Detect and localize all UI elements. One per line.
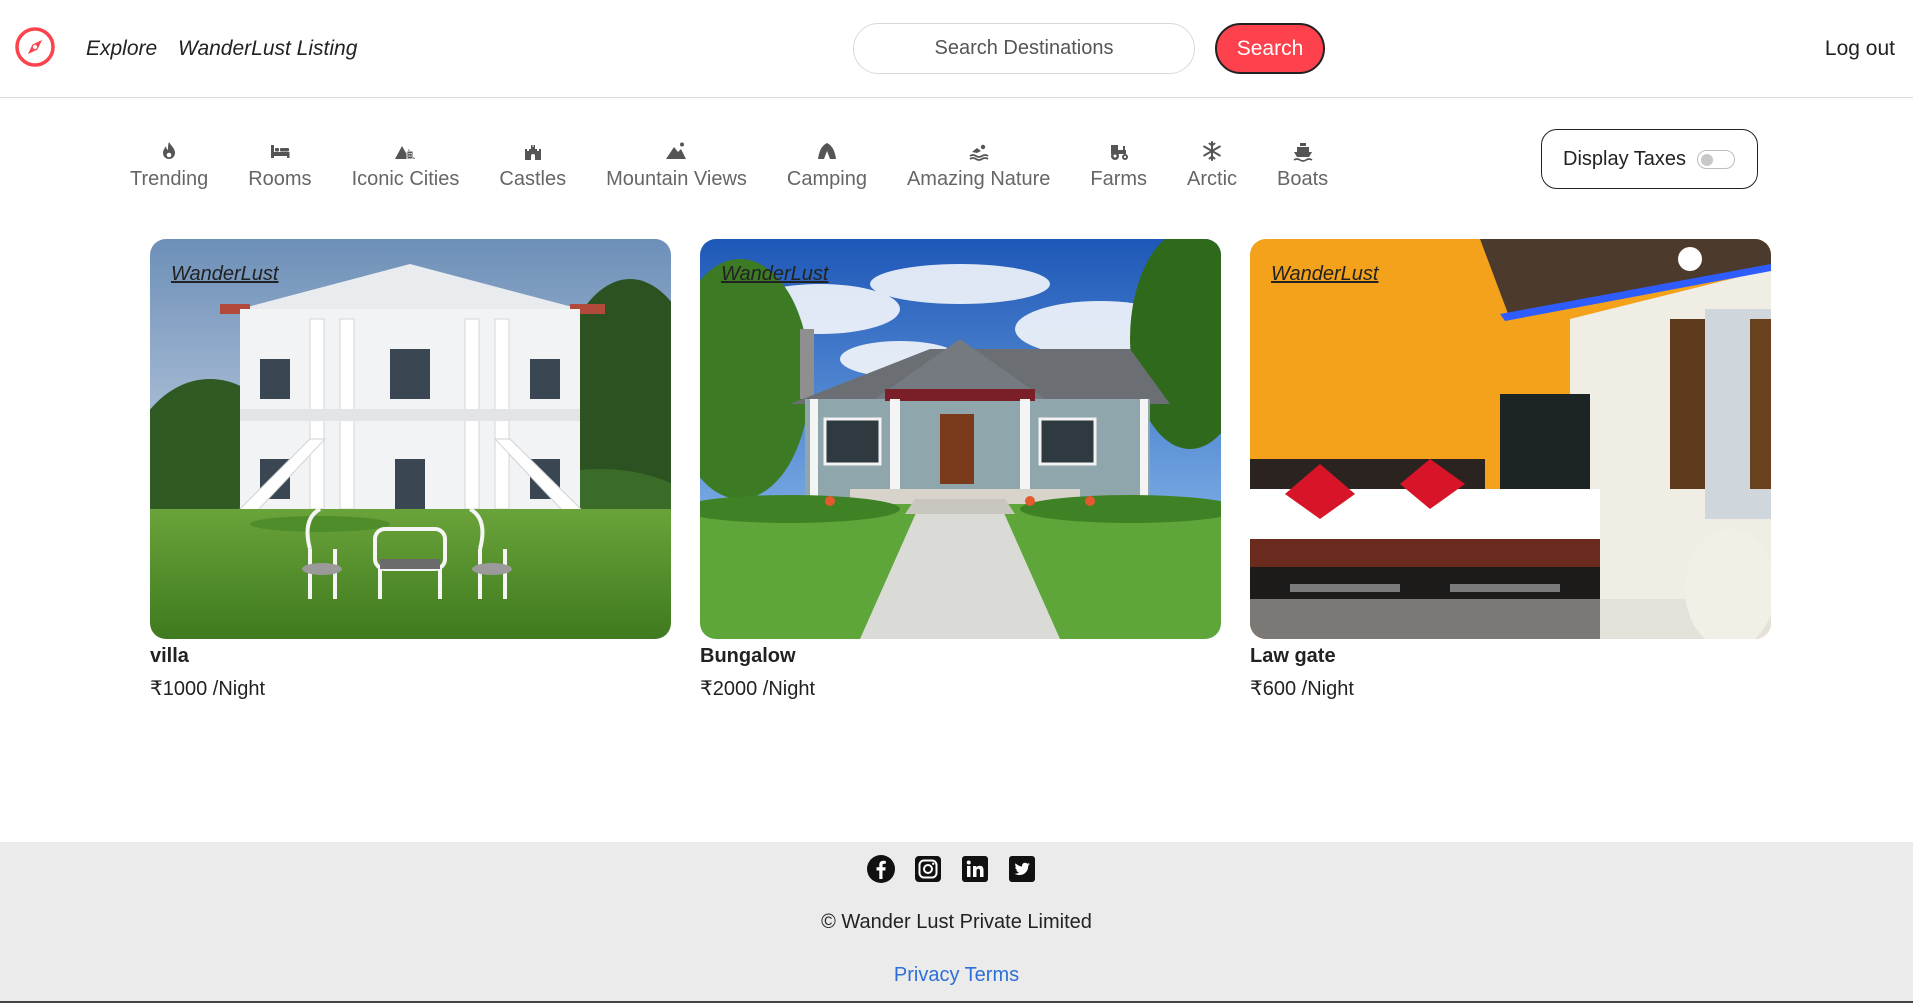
listing-title[interactable]: Bungalow xyxy=(700,645,1221,668)
listing-price: ₹1000 /Night xyxy=(150,678,266,700)
room-photo xyxy=(1250,239,1771,639)
filter-label: Arctic xyxy=(1187,168,1238,190)
listing-card[interactable]: WanderLust villa ₹1000 /Night xyxy=(150,239,671,701)
filter-label: Farms xyxy=(1090,168,1148,190)
brand-label[interactable]: WanderLust xyxy=(171,263,278,286)
filter-iconic-cities[interactable]: Iconic Cities xyxy=(351,140,460,204)
search-button[interactable]: Search xyxy=(1215,23,1325,74)
instagram-icon[interactable] xyxy=(913,854,943,884)
listing-card[interactable]: WanderLust Law gate ₹600 /Night xyxy=(1250,239,1771,701)
listing-title[interactable]: villa xyxy=(150,645,671,668)
display-taxes-label: Display Taxes xyxy=(1563,147,1687,170)
filter-mountain-views[interactable]: Mountain Views xyxy=(606,140,747,204)
filter-farms[interactable]: Farms xyxy=(1090,140,1147,204)
villa-photo xyxy=(150,239,671,639)
filter-label: Amazing Nature xyxy=(906,168,1051,190)
listing-image-bungalow[interactable]: WanderLust xyxy=(700,239,1221,639)
castle-icon xyxy=(524,145,541,160)
filter-label: Camping xyxy=(786,168,867,190)
bed-icon xyxy=(270,145,290,158)
linkedin-icon[interactable] xyxy=(960,854,990,884)
filter-camping[interactable]: Camping xyxy=(787,140,867,204)
navbar: Explore WanderLust Listing Search Log ou… xyxy=(0,0,1913,98)
filter-label: Trending xyxy=(130,168,209,190)
display-taxes-toggle[interactable]: Display Taxes xyxy=(1541,129,1758,189)
filter-label: Rooms xyxy=(248,168,312,190)
mountain-icon xyxy=(666,142,687,159)
nav-listing-link[interactable]: WanderLust Listing xyxy=(178,37,357,61)
filter-rooms[interactable]: Rooms xyxy=(248,140,312,204)
tractor-icon xyxy=(1110,145,1128,160)
city-icon xyxy=(395,146,416,160)
facebook-icon[interactable] xyxy=(866,854,896,884)
privacy-link[interactable]: Privacy xyxy=(894,964,960,986)
filter-label: Boats xyxy=(1277,168,1329,190)
twitter-icon[interactable] xyxy=(1007,854,1037,884)
listing-price: ₹600 /Night xyxy=(1250,678,1354,700)
filter-bar: Trending Rooms Iconic Cities Castles Mou… xyxy=(130,140,1368,204)
filter-castles[interactable]: Castles xyxy=(499,140,566,204)
listing-image-law-gate[interactable]: WanderLust xyxy=(1250,239,1771,639)
listing-card[interactable]: WanderLust Bungalow ₹2000 /Night xyxy=(700,239,1221,701)
switch-knob xyxy=(1701,153,1714,166)
copyright-text: © Wander Lust Private Limited xyxy=(821,911,1092,933)
search-input[interactable] xyxy=(853,23,1195,74)
compass-icon[interactable] xyxy=(14,26,56,68)
listing-price: ₹2000 /Night xyxy=(700,678,816,700)
filter-trending[interactable]: Trending xyxy=(130,140,208,204)
brand-label[interactable]: WanderLust xyxy=(721,263,828,286)
social-links xyxy=(866,854,1054,884)
terms-link[interactable]: Terms xyxy=(965,964,1019,986)
nav-explore-link[interactable]: Explore xyxy=(86,37,157,61)
tent-icon xyxy=(817,143,836,159)
ship-icon xyxy=(1293,143,1313,162)
fire-icon xyxy=(163,142,176,159)
footer: © Wander Lust Private Limited Privacy Te… xyxy=(0,842,1913,1003)
listing-image-villa[interactable]: WanderLust xyxy=(150,239,671,639)
filter-label: Iconic Cities xyxy=(351,168,460,190)
snowflake-icon xyxy=(1203,141,1221,161)
filter-boats[interactable]: Boats xyxy=(1277,140,1328,204)
listing-title[interactable]: Law gate xyxy=(1250,645,1771,668)
filter-label: Castles xyxy=(499,168,567,190)
filter-arctic[interactable]: Arctic xyxy=(1187,140,1237,204)
brand-label[interactable]: WanderLust xyxy=(1271,263,1378,286)
tax-switch[interactable] xyxy=(1697,149,1736,169)
filter-label: Mountain Views xyxy=(606,168,747,190)
logout-link[interactable]: Log out xyxy=(1825,37,1895,61)
bungalow-photo xyxy=(700,239,1221,639)
swimmer-icon xyxy=(969,144,989,161)
footer-links: Privacy Terms xyxy=(0,964,1913,987)
filter-amazing-nature[interactable]: Amazing Nature xyxy=(907,140,1050,204)
